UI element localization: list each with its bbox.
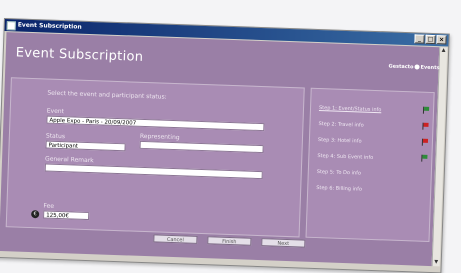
- status-field[interactable]: Participant: [45, 140, 126, 152]
- flag-icon: [421, 138, 429, 146]
- logo-suffix: Events: [420, 64, 440, 72]
- steps-panel: Step 1: Event/Status info Step 2: Travel…: [305, 87, 435, 242]
- representing-field[interactable]: [139, 140, 264, 154]
- minimize-button[interactable]: _: [414, 34, 425, 44]
- step-hotel[interactable]: Step 3: Hotel info: [318, 137, 362, 145]
- app-window: Event Subscription _ □ × ▲ ▼ Event Subsc…: [0, 18, 450, 273]
- step-travel[interactable]: Step 2: Travel info: [318, 121, 363, 129]
- scroll-up-icon[interactable]: ▲: [440, 47, 447, 54]
- step-sub-event[interactable]: Step 4: Sub Event info: [317, 153, 373, 161]
- form-panel: Select the event and participant status:…: [5, 77, 305, 238]
- logo-dot-icon: [414, 64, 420, 70]
- close-button[interactable]: ×: [436, 35, 447, 45]
- status-label: Status: [45, 132, 66, 141]
- next-button[interactable]: Next: [261, 238, 306, 248]
- fee-label: Fee: [43, 202, 55, 210]
- form-instruction: Select the event and participant status:: [47, 89, 167, 101]
- flag-icon: [421, 154, 428, 162]
- fee-field[interactable]: 125,00€: [43, 210, 90, 221]
- step-event-status[interactable]: Step 1: Event/Status info: [319, 105, 382, 113]
- flag-icon: [422, 106, 430, 114]
- finish-button[interactable]: Finish: [207, 236, 252, 246]
- logo-text: Gestacto: [388, 63, 414, 71]
- window-title: Event Subscription: [17, 21, 82, 31]
- step-billing[interactable]: Step 6: Billing info: [316, 185, 362, 193]
- event-field[interactable]: Apple Expo - Paris - 20/09/2007: [46, 115, 265, 132]
- maximize-button[interactable]: □: [425, 34, 436, 45]
- flag-icon: [422, 122, 429, 130]
- app-icon: [6, 21, 16, 31]
- step-to-do[interactable]: Step 5: To Do info: [317, 169, 361, 177]
- representing-label: Representing: [139, 132, 180, 142]
- window-controls: _ □ ×: [414, 34, 447, 45]
- cancel-button[interactable]: Cancel: [153, 234, 198, 244]
- event-label: Event: [46, 107, 65, 116]
- general-remark-field[interactable]: [44, 163, 263, 180]
- currency-icon: €: [31, 210, 40, 219]
- scroll-down-icon[interactable]: ▼: [433, 259, 440, 266]
